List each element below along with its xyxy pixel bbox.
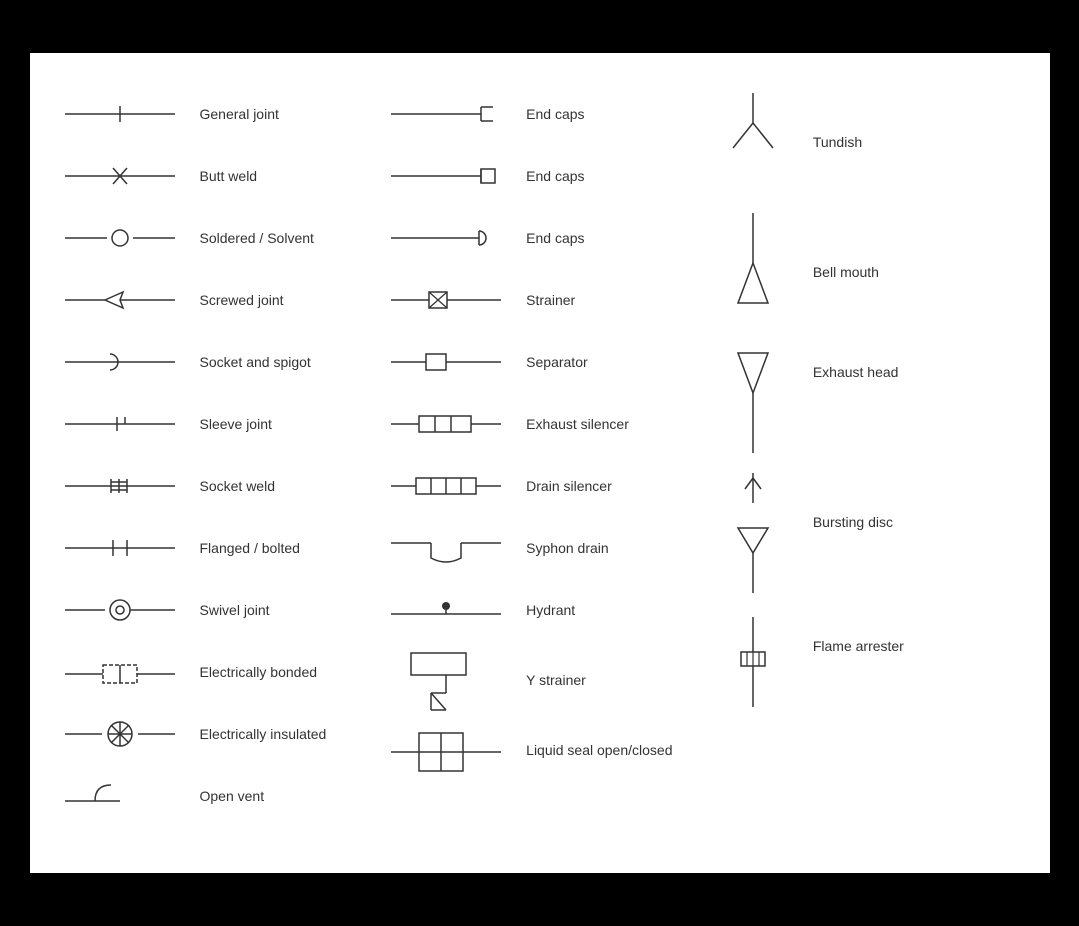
label-general-joint: General joint [190,105,279,123]
row-socket-weld: Socket weld [50,455,377,517]
symbol-end-caps-3 [376,228,516,248]
label-bell-mouth: Bell mouth [803,213,879,281]
row-drain-silencer: Drain silencer [376,455,703,517]
label-drain-silencer: Drain silencer [516,477,612,495]
symbol-end-caps-1 [376,104,516,124]
row-exhaust-head: Exhaust head [703,333,1030,463]
label-hydrant: Hydrant [516,601,575,619]
row-open-vent: Open vent [50,765,377,827]
label-open-vent: Open vent [190,787,265,805]
row-liquid-seal: Liquid seal open/closed [376,719,703,782]
diagram-container: General joint Butt weld Soldered / S [30,53,1050,873]
row-electrically-insulated: Electrically insulated [50,703,377,765]
row-electrically-bonded: Electrically bonded [50,641,377,703]
row-sleeve-joint: Sleeve joint [50,393,377,455]
symbol-flame-arrester [703,617,803,717]
label-liquid-seal: Liquid seal open/closed [516,741,672,759]
row-hydrant: Hydrant [376,579,703,641]
symbol-sleeve-joint [50,413,190,435]
symbol-end-caps-2 [376,166,516,186]
row-tundish: Tundish [703,83,1030,203]
label-sleeve-joint: Sleeve joint [190,415,272,433]
label-electrically-bonded: Electrically bonded [190,663,318,681]
row-separator: Separator [376,331,703,393]
row-end-caps-3: End caps [376,207,703,269]
symbol-exhaust-head [703,343,803,453]
label-exhaust-head: Exhaust head [803,343,899,381]
row-syphon-drain: Syphon drain [376,517,703,579]
label-syphon-drain: Syphon drain [516,539,609,557]
row-butt-weld: Butt weld [50,145,377,207]
label-separator: Separator [516,353,587,371]
symbol-electrically-bonded [50,657,190,687]
column-2: End caps End caps [376,83,703,843]
symbol-bursting-disc [703,473,803,593]
row-end-caps-1: End caps [376,83,703,145]
symbol-exhaust-silencer [376,413,516,435]
symbol-tundish [703,93,803,193]
symbol-hydrant [376,596,516,624]
row-end-caps-2: End caps [376,145,703,207]
row-bursting-disc: Bursting disc [703,463,1030,597]
symbol-separator [376,351,516,373]
label-tundish: Tundish [803,93,862,151]
row-flanged-bolted: Flanged / bolted [50,517,377,579]
column-3: Tundish Bell mouth Exhaust head [703,83,1030,843]
row-flame-arrester: Flame arrester [703,597,1030,727]
symbol-socket-weld [50,475,190,497]
label-soldered: Soldered / Solvent [190,229,314,247]
label-butt-weld: Butt weld [190,167,258,185]
row-swivel-joint: Swivel joint [50,579,377,641]
label-end-caps-1: End caps [516,105,584,123]
symbol-swivel-joint [50,599,190,621]
symbol-socket-spigot [50,351,190,373]
label-strainer: Strainer [516,291,575,309]
label-socket-spigot: Socket and spigot [190,353,311,371]
label-screwed-joint: Screwed joint [190,291,284,309]
label-end-caps-3: End caps [516,229,584,247]
symbol-screwed-joint [50,289,190,311]
label-flanged-bolted: Flanged / bolted [190,539,300,557]
row-exhaust-silencer: Exhaust silencer [376,393,703,455]
label-socket-weld: Socket weld [190,477,275,495]
row-strainer: Strainer [376,269,703,331]
symbol-butt-weld [50,166,190,186]
symbol-open-vent [50,781,190,811]
label-exhaust-silencer: Exhaust silencer [516,415,629,433]
symbol-syphon-drain [376,528,516,568]
label-y-strainer: Y strainer [516,671,586,689]
row-y-strainer: Y strainer [376,641,703,719]
symbol-drain-silencer [376,475,516,497]
symbol-y-strainer [376,645,516,715]
label-swivel-joint: Swivel joint [190,601,270,619]
label-flame-arrester: Flame arrester [803,617,904,655]
column-1: General joint Butt weld Soldered / S [50,83,377,843]
row-screwed-joint: Screwed joint [50,269,377,331]
symbol-soldered [50,228,190,248]
symbol-electrically-insulated [50,721,190,747]
symbol-bell-mouth [703,213,803,323]
symbol-strainer [376,289,516,311]
symbol-general-joint [50,104,190,124]
row-socket-spigot: Socket and spigot [50,331,377,393]
row-soldered: Soldered / Solvent [50,207,377,269]
label-electrically-insulated: Electrically insulated [190,725,327,743]
row-bell-mouth: Bell mouth [703,203,1030,333]
label-bursting-disc: Bursting disc [803,473,893,531]
row-general-joint: General joint [50,83,377,145]
symbol-flanged-bolted [50,537,190,559]
symbol-liquid-seal [376,723,516,778]
label-end-caps-2: End caps [516,167,584,185]
